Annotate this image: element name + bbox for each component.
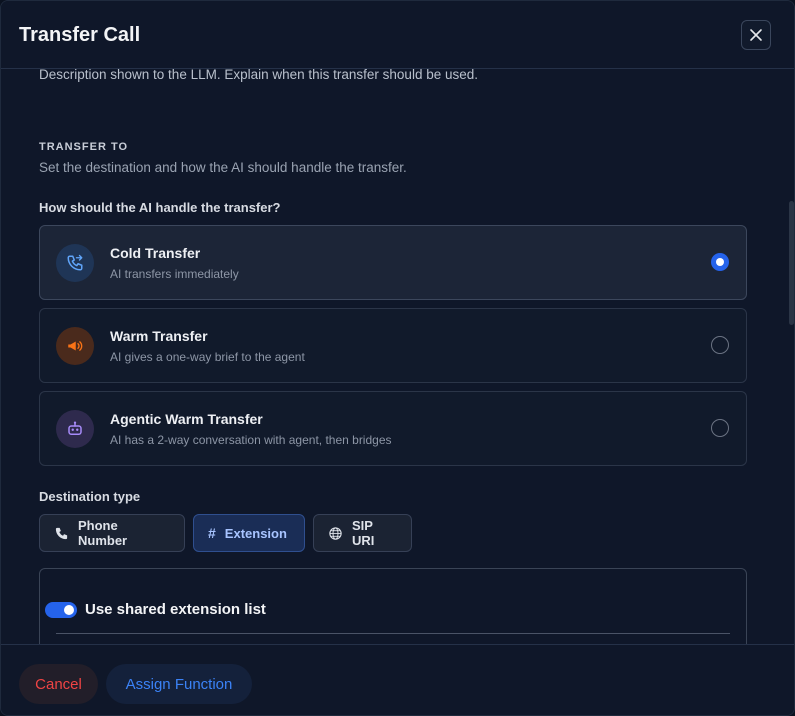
scrollbar-thumb[interactable]	[789, 201, 794, 325]
panel-divider	[56, 633, 730, 634]
transfer-to-subheading: Set the destination and how the AI shoul…	[39, 160, 407, 175]
option-cold-transfer[interactable]: Cold Transfer AI transfers immediately	[39, 225, 747, 300]
hash-icon: #	[208, 525, 216, 541]
radio-warm-transfer[interactable]	[711, 336, 729, 354]
destination-type-label: Destination type	[39, 489, 141, 504]
globe-icon	[328, 526, 343, 541]
dialog-title: Transfer Call	[19, 24, 141, 46]
option-title: Agentic Warm Transfer	[110, 411, 263, 427]
option-subtitle: AI has a 2-way conversation with agent, …	[110, 433, 392, 447]
transfer-to-heading: TRANSFER TO	[39, 141, 129, 153]
shared-extension-toggle-label: Use shared extension list	[85, 601, 266, 618]
destination-button-label: SIP URI	[352, 518, 375, 548]
destination-button-label: Extension	[224, 525, 287, 541]
assign-function-button[interactable]: Assign Function	[106, 664, 252, 704]
close-button[interactable]	[741, 20, 771, 50]
dialog-body[interactable]: Description shown to the LLM. Explain wh…	[1, 69, 794, 644]
option-subtitle: AI transfers immediately	[110, 267, 239, 281]
dialog-footer: Cancel Assign Function	[1, 644, 794, 715]
robot-icon	[56, 410, 94, 448]
phone-transfer-icon	[56, 244, 94, 282]
option-title: Warm Transfer	[110, 328, 208, 344]
megaphone-icon	[56, 327, 94, 365]
transfer-mode-question: How should the AI handle the transfer?	[39, 200, 281, 215]
cancel-button[interactable]: Cancel	[19, 664, 98, 704]
transfer-call-dialog: Transfer Call Description shown to the L…	[0, 0, 795, 716]
destination-sip-uri-button[interactable]: SIP URI	[313, 514, 412, 552]
option-title: Cold Transfer	[110, 245, 201, 261]
shared-extension-toggle[interactable]	[45, 602, 77, 618]
extension-settings-panel: Use shared extension list	[39, 568, 747, 644]
destination-button-label: Phone Number	[78, 518, 128, 548]
destination-phone-number-button[interactable]: Phone Number	[39, 514, 185, 552]
option-subtitle: AI gives a one-way brief to the agent	[110, 350, 305, 364]
option-agentic-warm-transfer[interactable]: Agentic Warm Transfer AI has a 2-way con…	[39, 391, 747, 466]
dialog-header: Transfer Call	[1, 1, 794, 69]
radio-agentic-warm-transfer[interactable]	[711, 419, 729, 437]
destination-extension-button[interactable]: # Extension	[193, 514, 305, 552]
description-help-text: Description shown to the LLM. Explain wh…	[39, 69, 478, 82]
phone-icon	[54, 526, 69, 541]
option-warm-transfer[interactable]: Warm Transfer AI gives a one-way brief t…	[39, 308, 747, 383]
radio-cold-transfer[interactable]	[711, 253, 729, 271]
close-icon	[750, 29, 762, 41]
